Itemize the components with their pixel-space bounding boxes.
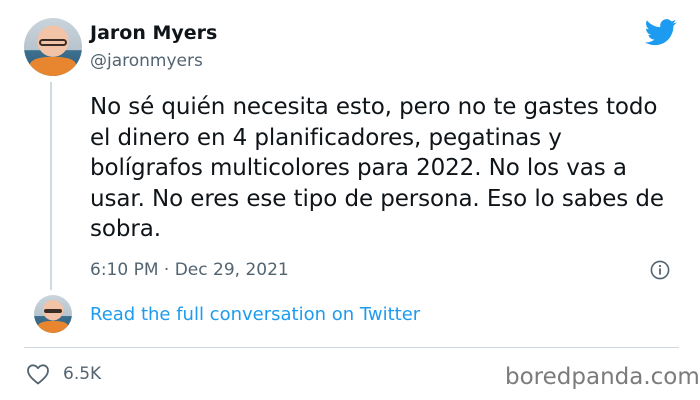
author-name[interactable]: Jaron Myers [90, 22, 217, 44]
info-icon[interactable] [650, 260, 670, 280]
tweet-timestamp[interactable]: 6:10 PM · Dec 29, 2021 [90, 260, 289, 280]
tweet-text: No sé quién necesita esto, pero no te ga… [90, 94, 664, 242]
thread-line [50, 82, 52, 290]
divider [24, 347, 679, 348]
reply-avatar[interactable] [34, 295, 72, 333]
twitter-logo-icon[interactable] [645, 19, 677, 46]
like-count: 6.5K [63, 364, 102, 384]
read-conversation-link[interactable]: Read the full conversation on Twitter [90, 304, 420, 325]
author-avatar[interactable] [24, 18, 82, 76]
watermark: boredpanda.com [505, 364, 700, 390]
heart-icon[interactable] [26, 363, 50, 385]
author-handle[interactable]: @jaronmyers [90, 51, 203, 71]
